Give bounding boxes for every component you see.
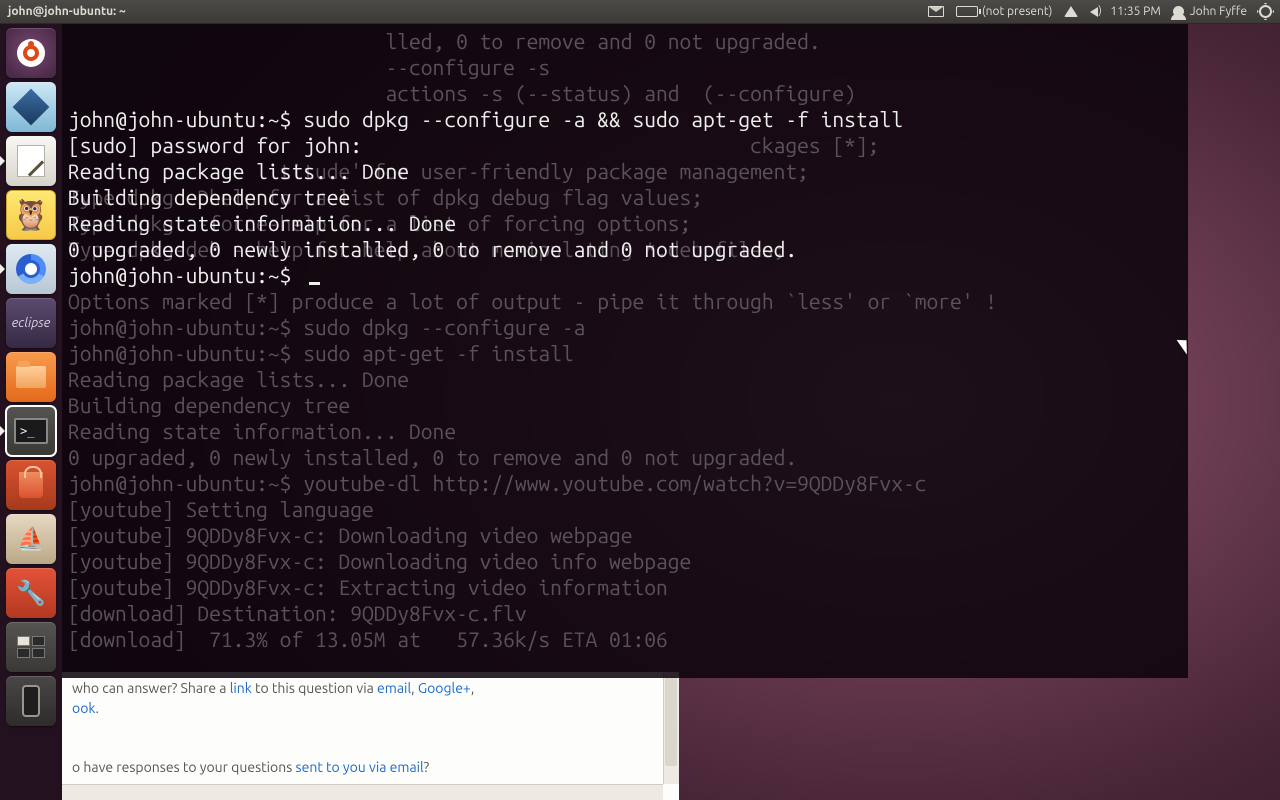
launcher-phone[interactable] — [6, 676, 56, 726]
battery-text: (not present) — [982, 5, 1052, 18]
bg-link-email[interactable]: email — [377, 680, 411, 696]
background-browser-window: who can answer? Share a link to this que… — [62, 672, 679, 800]
terminal-cursor — [309, 282, 320, 285]
launcher-workspace-switcher[interactable] — [6, 622, 56, 672]
bg-text-line-2: o have responses to your questions sent … — [72, 757, 669, 777]
launcher-terminal[interactable]: >_ — [6, 406, 56, 456]
user-name: John Fyffe — [1190, 5, 1247, 18]
ubuntu-logo-icon — [17, 39, 45, 67]
bg-link-gplus[interactable]: Google+ — [418, 680, 471, 696]
launcher-text-editor[interactable] — [6, 136, 56, 186]
chromium-icon — [16, 254, 46, 284]
top-panel: john@john-ubuntu: ~ (not present) 11:35 … — [0, 0, 1280, 24]
terminal-window[interactable]: lled, 0 to remove and 0 not upgraded. --… — [62, 24, 1188, 678]
terminal-output: john@john-ubuntu:~$ sudo dpkg --configur… — [68, 106, 1182, 288]
bg-scrollbar-horizontal[interactable] — [62, 784, 663, 800]
eclipse-icon: eclipse — [12, 316, 51, 330]
bg-link-facebook[interactable]: ook — [72, 700, 95, 716]
battery-indicator[interactable]: (not present) — [956, 5, 1052, 18]
workspace-grid-icon — [17, 636, 45, 658]
launcher-system-settings[interactable]: 🔧 — [6, 568, 56, 618]
battery-icon — [956, 6, 978, 17]
clock[interactable]: 11:35 PM — [1110, 5, 1160, 18]
unity-launcher: 🦉 eclipse >_ ⛵ 🔧 — [0, 24, 62, 800]
launcher-virtualbox[interactable] — [6, 82, 56, 132]
launcher-vessel[interactable]: ⛵ — [6, 514, 56, 564]
wrench-gear-icon: 🔧 — [16, 579, 46, 607]
virtualbox-icon — [13, 89, 50, 126]
launcher-dash-home[interactable] — [6, 28, 56, 78]
network-wifi-icon[interactable] — [1064, 6, 1078, 17]
sound-volume-icon[interactable] — [1090, 7, 1098, 17]
user-icon — [1173, 6, 1184, 17]
launcher-eclipse[interactable]: eclipse — [6, 298, 56, 348]
python-icon: 🦉 — [12, 197, 49, 233]
bg-link-share[interactable]: link — [230, 680, 252, 696]
bg-text-line-1: who can answer? Share a link to this que… — [72, 678, 669, 719]
ship-icon: ⛵ — [17, 526, 44, 552]
user-menu[interactable]: John Fyffe — [1173, 5, 1247, 18]
folder-icon — [16, 366, 46, 388]
text-editor-icon — [17, 145, 45, 177]
launcher-chromium[interactable] — [6, 244, 56, 294]
launcher-python-idle[interactable]: 🦉 — [6, 190, 56, 240]
launcher-software-center[interactable] — [6, 460, 56, 510]
system-gear-icon[interactable] — [1259, 5, 1272, 18]
terminal-icon: >_ — [14, 418, 48, 444]
bg-link-sent-email[interactable]: sent to you via email — [296, 759, 424, 775]
shopping-bag-icon — [19, 472, 43, 498]
window-title: john@john-ubuntu: ~ — [0, 5, 134, 18]
phone-icon — [22, 685, 40, 717]
mail-indicator-icon[interactable] — [928, 6, 944, 17]
bg-scrollbar-vertical[interactable] — [663, 672, 679, 784]
launcher-files[interactable] — [6, 352, 56, 402]
